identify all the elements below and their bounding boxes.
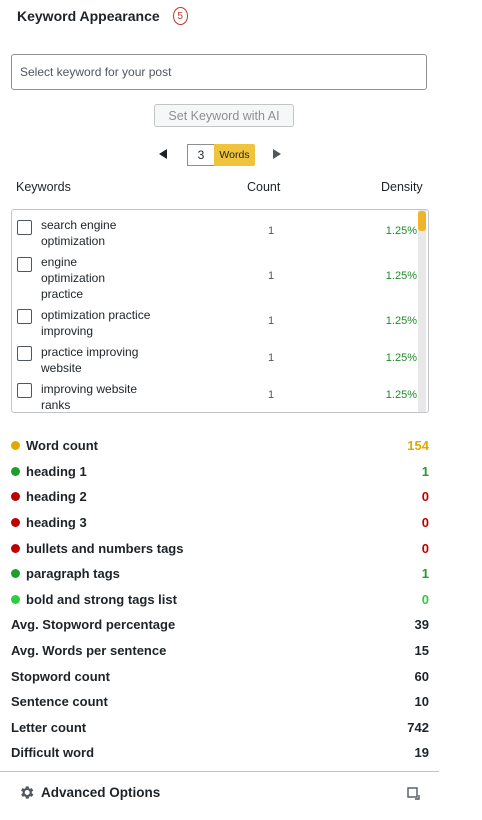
- metric-label: paragraph tags: [26, 565, 120, 581]
- metric-label: heading 1: [26, 463, 87, 479]
- advanced-options-label: Advanced Options: [41, 785, 161, 800]
- word-count-value[interactable]: 3: [187, 144, 214, 166]
- metric-label: heading 2: [26, 488, 87, 504]
- triangle-right-icon[interactable]: [273, 149, 281, 159]
- words-selector: 3 Words: [187, 144, 255, 166]
- status-dot-icon: [11, 517, 20, 527]
- metric-row: Stopword count 60: [11, 665, 429, 687]
- keyword-density: 1.25%: [385, 315, 417, 327]
- keyword-count: 1: [267, 225, 275, 237]
- keyword-checkbox[interactable]: [17, 220, 32, 235]
- metric-label: Avg. Stopword percentage: [11, 616, 176, 632]
- keyword-count: 1: [267, 389, 275, 401]
- table-row: optimization practice improving 1 1.25%: [12, 307, 417, 343]
- gear-icon: [21, 786, 34, 799]
- metric-row: Word count 154: [11, 434, 429, 456]
- keyword-text: engine optimization practice: [41, 255, 106, 301]
- density-header: Density: [381, 180, 423, 194]
- table-row: search engine optimization 1 1.25%: [12, 216, 417, 252]
- status-dot-icon: [11, 568, 20, 578]
- table-row: improving website ranks 1 1.25%: [12, 381, 417, 412]
- metric-row: heading 2 0: [11, 485, 429, 507]
- metric-value: 0: [421, 514, 429, 530]
- keyword-count: 1: [267, 315, 275, 327]
- status-dot-icon: [11, 440, 20, 450]
- keyword-table: search engine optimization 1 1.25% engin…: [11, 209, 429, 413]
- table-scrollbar-thumb[interactable]: [418, 211, 426, 231]
- metric-value: 19: [414, 744, 429, 760]
- status-dot-icon: [11, 491, 20, 501]
- status-dot-icon: [11, 594, 20, 604]
- metric-label: Difficult word: [11, 744, 95, 760]
- metric-value: 0: [421, 488, 429, 504]
- metric-value: 742: [407, 719, 429, 735]
- set-keyword-ai-button[interactable]: Set Keyword with AI: [154, 104, 294, 127]
- status-dot-icon: [11, 543, 20, 553]
- metric-row: heading 1 1: [11, 460, 429, 482]
- advanced-options-toggle[interactable]: Advanced Options: [18, 784, 160, 801]
- metric-value: 154: [407, 437, 429, 453]
- metric-value: 0: [421, 540, 429, 556]
- metric-row: bold and strong tags list 0: [11, 588, 429, 610]
- metric-row: Avg. Words per sentence 15: [11, 639, 429, 661]
- metric-label: bold and strong tags list: [26, 591, 177, 607]
- status-dot-icon: [11, 466, 20, 476]
- metric-label: Stopword count: [11, 668, 110, 684]
- table-scrollbar[interactable]: [418, 210, 426, 412]
- keyword-input[interactable]: [11, 54, 427, 90]
- count-header: Count: [247, 180, 281, 194]
- keyword-checkbox[interactable]: [17, 346, 32, 361]
- metric-row: Sentence count 10: [11, 690, 429, 712]
- keyword-density: 1.25%: [385, 225, 417, 237]
- count-badge: 5: [172, 7, 188, 25]
- keyword-count: 1: [267, 352, 275, 364]
- metric-value: 15: [414, 642, 429, 658]
- keyword-density: 1.25%: [385, 352, 417, 364]
- keyword-density: 1.25%: [385, 270, 417, 282]
- table-row: practice improving website 1 1.25%: [12, 344, 417, 380]
- keyword-text: search engine optimization: [41, 218, 117, 248]
- metric-value: 1: [421, 463, 429, 479]
- keyword-count: 1: [267, 270, 275, 282]
- keyword-density: 1.25%: [385, 389, 417, 401]
- panel-header: Keyword Appearance 5: [17, 7, 188, 25]
- metric-label: Avg. Words per sentence: [11, 642, 167, 658]
- divider: [0, 771, 439, 772]
- metric-label: Letter count: [11, 719, 87, 735]
- metric-value: 10: [414, 693, 429, 709]
- keyword-text: practice improving website: [41, 345, 139, 375]
- keyword-text: improving website ranks: [41, 382, 138, 412]
- metric-row: heading 3 0: [11, 511, 429, 533]
- keyword-checkbox[interactable]: [17, 257, 32, 272]
- metric-row: paragraph tags 1: [11, 562, 429, 584]
- metric-row: Difficult word 19: [11, 741, 429, 763]
- panel-title: Keyword Appearance: [17, 8, 160, 24]
- metric-label: Sentence count: [11, 693, 108, 709]
- metric-value: 0: [421, 591, 429, 607]
- keywords-header: Keywords: [16, 180, 71, 194]
- metric-row: bullets and numbers tags 0: [11, 537, 429, 559]
- table-row: engine optimization practice 1 1.25%: [12, 254, 417, 304]
- expand-icon[interactable]: [406, 786, 422, 802]
- metric-row: Avg. Stopword percentage 39: [11, 613, 429, 635]
- keyword-text: optimization practice improving: [41, 308, 151, 338]
- metric-label: heading 3: [26, 514, 87, 530]
- metric-row: Letter count 742: [11, 716, 429, 738]
- metric-value: 60: [414, 668, 429, 684]
- keyword-checkbox[interactable]: [17, 309, 32, 324]
- words-label: Words: [214, 144, 255, 166]
- metric-label: bullets and numbers tags: [26, 540, 184, 556]
- metric-value: 39: [414, 616, 429, 632]
- metric-value: 1: [421, 565, 429, 581]
- keyword-checkbox[interactable]: [17, 383, 32, 398]
- metric-label: Word count: [26, 437, 98, 453]
- triangle-left-icon[interactable]: [159, 149, 167, 159]
